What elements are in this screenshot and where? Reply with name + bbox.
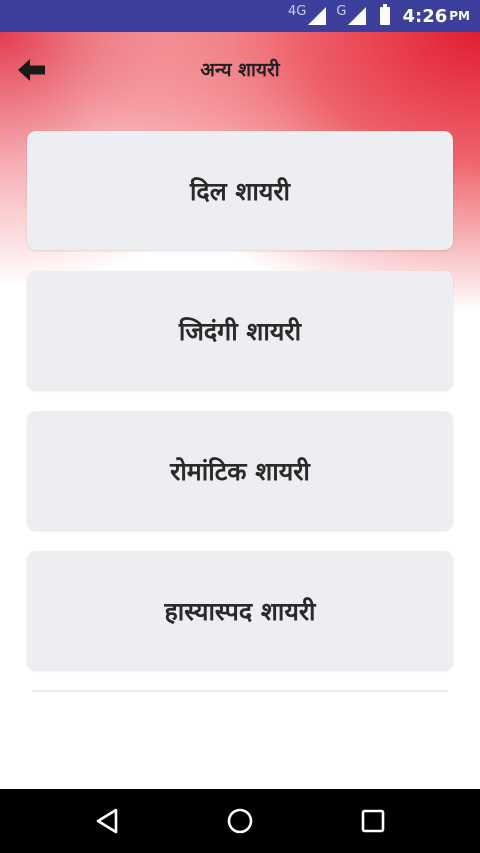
nav-recents-button[interactable] bbox=[353, 801, 393, 841]
category-label: रोमांटिक शायरी bbox=[170, 456, 310, 486]
arrow-left-icon bbox=[18, 59, 45, 81]
clock-time: 4:26 bbox=[402, 5, 448, 27]
back-button[interactable] bbox=[14, 54, 50, 86]
clock-ampm: PM bbox=[449, 9, 470, 23]
category-card-funny[interactable]: हास्यास्पद शायरी bbox=[27, 551, 453, 670]
nav-home-button[interactable] bbox=[220, 801, 260, 841]
nav-back-button[interactable] bbox=[87, 801, 127, 841]
status-bar: 4G G 4:26 PM bbox=[0, 0, 480, 32]
battery-icon bbox=[380, 4, 391, 25]
category-label: दिल शायरी bbox=[189, 176, 291, 206]
network-type-label: 4G bbox=[288, 3, 307, 19]
category-label: हास्यास्पद शायरी bbox=[164, 596, 316, 626]
signal-strength-icon bbox=[348, 7, 367, 25]
home-circle-icon bbox=[227, 808, 253, 834]
system-nav-bar bbox=[0, 789, 480, 853]
back-triangle-icon bbox=[96, 808, 118, 834]
recents-square-icon bbox=[361, 809, 385, 833]
battery-indicator bbox=[376, 4, 391, 25]
main-content: अन्य शायरी दिल शायरी जिदंगी शायरी रोमांट… bbox=[0, 32, 480, 789]
category-card-zindagi[interactable]: जिदंगी शायरी bbox=[27, 271, 453, 390]
app-bar: अन्य शायरी bbox=[0, 32, 480, 108]
page-title: अन्य शायरी bbox=[200, 59, 280, 81]
network-type-label: G bbox=[336, 3, 347, 19]
network-4g-indicator: 4G bbox=[288, 3, 327, 25]
category-card-partial[interactable] bbox=[32, 690, 448, 692]
network-g-indicator: G bbox=[336, 3, 367, 25]
category-label: जिदंगी शायरी bbox=[178, 316, 302, 346]
category-card-dil[interactable]: दिल शायरी bbox=[27, 131, 453, 250]
signal-strength-icon bbox=[308, 7, 327, 25]
category-card-romantic[interactable]: रोमांटिक शायरी bbox=[27, 411, 453, 530]
